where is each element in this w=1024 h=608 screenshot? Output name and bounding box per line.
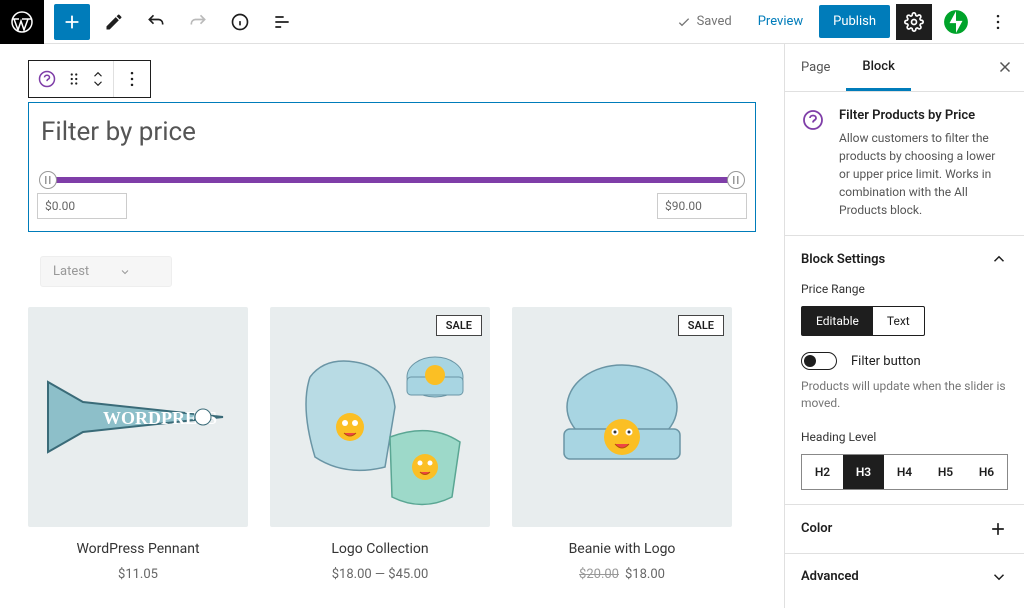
price-range-button-group: Editable Text — [801, 306, 925, 336]
product-card[interactable]: SALE Beanie with Logo $20.00$18.00 — [512, 307, 732, 582]
editable-option[interactable]: Editable — [802, 307, 873, 335]
block-settings-toggle[interactable]: Block Settings — [801, 250, 1008, 268]
chevron-down-icon — [990, 568, 1008, 586]
product-image: SALE — [512, 307, 732, 527]
add-block-button[interactable] — [54, 4, 90, 40]
filter-button-label: Filter button — [851, 354, 921, 369]
heading-h6[interactable]: H6 — [966, 455, 1007, 489]
max-price-input[interactable]: $90.00 — [657, 193, 747, 219]
product-image: SALE — [270, 307, 490, 527]
tab-block[interactable]: Block — [846, 45, 910, 91]
tab-page[interactable]: Page — [785, 46, 846, 89]
filter-title[interactable]: Filter by price — [37, 115, 747, 149]
undo-button[interactable] — [138, 4, 174, 40]
heading-h5[interactable]: H5 — [925, 455, 966, 489]
product-name: Logo Collection — [270, 541, 490, 557]
block-icon — [801, 108, 825, 132]
heading-h3[interactable]: H3 — [843, 455, 884, 489]
block-title: Filter Products by Price — [839, 108, 1008, 123]
price-slider[interactable] — [43, 177, 741, 183]
redo-button[interactable] — [180, 4, 216, 40]
price-range-label: Price Range — [801, 282, 1008, 296]
product-name: Beanie with Logo — [512, 541, 732, 557]
close-sidebar-button[interactable] — [996, 58, 1014, 76]
block-more-button[interactable] — [122, 69, 142, 89]
product-price: $11.05 — [28, 567, 248, 582]
more-options-button[interactable] — [980, 4, 1016, 40]
heading-h4[interactable]: H4 — [884, 455, 925, 489]
plus-icon — [988, 519, 1008, 539]
product-card[interactable]: WORDPRESS WordPress Pennant $11.05 — [28, 307, 248, 582]
wordpress-logo[interactable] — [0, 0, 44, 44]
block-toolbar — [28, 60, 151, 98]
block-type-icon[interactable] — [37, 69, 57, 89]
filter-button-description: Products will update when the slider is … — [801, 378, 1008, 412]
drag-handle-icon[interactable] — [65, 70, 83, 88]
info-button[interactable] — [222, 4, 258, 40]
heading-h2[interactable]: H2 — [802, 455, 843, 489]
product-price: $18.00 — $45.00 — [270, 567, 490, 582]
outline-button[interactable] — [264, 4, 300, 40]
saved-indicator: Saved — [666, 14, 742, 30]
sale-badge: SALE — [678, 315, 724, 336]
block-description: Allow customers to filter the products b… — [839, 129, 1008, 219]
filter-by-price-block[interactable]: Filter by price $0.00 $90.00 — [28, 102, 756, 232]
filter-button-toggle[interactable] — [801, 352, 837, 370]
min-price-input[interactable]: $0.00 — [37, 193, 127, 219]
advanced-section-toggle[interactable]: Advanced — [801, 568, 1008, 586]
chevron-down-icon — [119, 266, 131, 278]
slider-handle-max[interactable] — [727, 171, 745, 189]
preview-button[interactable]: Preview — [748, 6, 813, 37]
product-price: $20.00$18.00 — [512, 567, 732, 582]
product-image: WORDPRESS — [28, 307, 248, 527]
text-option[interactable]: Text — [873, 307, 924, 335]
settings-sidebar: Page Block Filter Products by Price Allo… — [784, 44, 1024, 608]
color-section-toggle[interactable]: Color — [801, 519, 1008, 539]
publish-button[interactable]: Publish — [819, 5, 890, 38]
chevron-up-icon — [990, 250, 1008, 268]
heading-level-label: Heading Level — [801, 430, 1008, 444]
settings-button[interactable] — [896, 4, 932, 40]
jetpack-button[interactable] — [938, 4, 974, 40]
move-arrows-icon[interactable] — [91, 70, 105, 88]
product-name: WordPress Pennant — [28, 541, 248, 557]
heading-level-group: H2 H3 H4 H5 H6 — [801, 454, 1008, 490]
slider-handle-min[interactable] — [39, 171, 57, 189]
sort-select[interactable]: Latest — [40, 256, 172, 287]
edit-mode-button[interactable] — [96, 4, 132, 40]
sale-badge: SALE — [436, 315, 482, 336]
product-card[interactable]: SALE Logo Collection $18.00 — $45.00 — [270, 307, 490, 582]
